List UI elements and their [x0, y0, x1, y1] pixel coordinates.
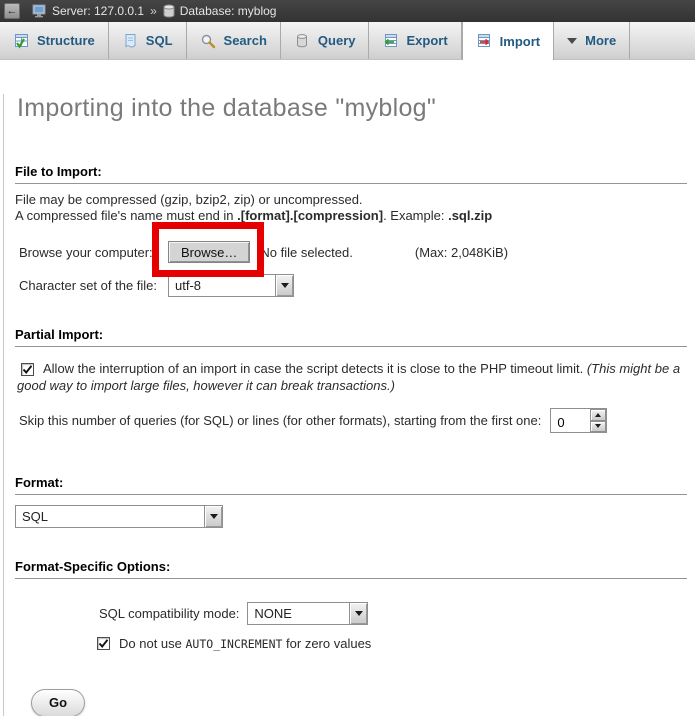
stepper-down-button[interactable]: [590, 421, 606, 433]
auto-increment-code: AUTO_INCREMENT: [186, 637, 283, 651]
sql-compat-label: SQL compatibility mode:: [99, 606, 239, 621]
breadcrumb-bar: ← Server: 127.0.0.1 » Database: myblog: [0, 0, 695, 22]
auto-increment-label-suffix: for zero values: [282, 636, 371, 651]
back-arrow-button[interactable]: ←: [4, 3, 20, 19]
search-icon: [200, 33, 216, 49]
browse-label: Browse your computer:: [19, 245, 168, 260]
export-icon: [382, 33, 398, 49]
tab-label: Import: [500, 34, 540, 49]
tab-more[interactable]: More: [554, 22, 630, 59]
allow-interruption-row: Allow the interruption of an import in c…: [15, 360, 687, 394]
breadcrumb-server-label: Server: 127.0.0.1: [52, 4, 144, 18]
query-icon: [294, 33, 310, 49]
stepper-buttons: [590, 409, 606, 432]
auto-increment-checkbox[interactable]: [97, 637, 110, 650]
browse-row: Browse your computer: Browse… No file se…: [15, 241, 690, 263]
sql-icon: [122, 33, 138, 49]
charset-row: Character set of the file: utf-8: [15, 274, 690, 297]
section-heading-format-options: Format-Specific Options:: [15, 559, 687, 579]
import-icon: [476, 33, 492, 49]
section-heading-format: Format:: [15, 475, 687, 495]
charset-label: Character set of the file:: [19, 278, 168, 293]
sql-compat-select[interactable]: NONE: [247, 602, 368, 625]
checkmark-icon: [98, 638, 109, 649]
compression-note-format-pattern: .[format].[compression]: [237, 208, 383, 223]
sql-compat-select-value: NONE: [248, 603, 349, 624]
tab-label: Query: [318, 33, 356, 48]
section-heading-partial-import: Partial Import:: [15, 327, 687, 347]
auto-increment-label: Do not use AUTO_INCREMENT for zero value…: [119, 636, 371, 651]
tab-export[interactable]: Export: [369, 22, 461, 59]
tab-bar: Structure SQL Search Query: [0, 22, 695, 60]
tab-label: Structure: [37, 33, 95, 48]
charset-select-value: utf-8: [169, 275, 275, 296]
dropdown-arrow-icon[interactable]: [275, 275, 293, 296]
section-heading-file-to-import: File to Import:: [15, 164, 687, 184]
tab-import[interactable]: Import: [462, 22, 554, 60]
tab-query[interactable]: Query: [281, 22, 370, 59]
tab-structure[interactable]: Structure: [0, 22, 109, 59]
tab-sql[interactable]: SQL: [109, 22, 187, 59]
sql-compat-row: SQL compatibility mode: NONE: [15, 602, 690, 625]
skip-queries-input[interactable]: [551, 409, 590, 432]
compression-note-example-label: . Example:: [383, 208, 448, 223]
database-icon: [163, 4, 175, 18]
breadcrumb-server[interactable]: Server: 127.0.0.1: [32, 4, 144, 18]
dropdown-arrow-icon[interactable]: [349, 603, 367, 624]
compression-note-example-value: .sql.zip: [448, 208, 492, 223]
charset-select[interactable]: utf-8: [168, 274, 294, 297]
breadcrumb-database[interactable]: Database: myblog: [163, 4, 277, 18]
stepper-up-button[interactable]: [590, 409, 606, 421]
tab-label: More: [585, 33, 616, 48]
allow-interruption-checkbox[interactable]: [21, 363, 34, 376]
server-icon: [32, 4, 47, 18]
import-page: Importing into the database "myblog" Fil…: [3, 94, 695, 716]
page-title: Importing into the database "myblog": [17, 94, 690, 123]
max-size-note: (Max: 2,048KiB): [415, 245, 508, 260]
format-row: SQL: [15, 505, 690, 528]
format-select[interactable]: SQL: [15, 505, 223, 528]
skip-queries-label: Skip this number of queries (for SQL) or…: [19, 413, 541, 428]
dropdown-arrow-icon[interactable]: [204, 506, 222, 527]
compression-note-line1: File may be compressed (gzip, bzip2, zip…: [15, 192, 363, 207]
tab-label: Export: [406, 33, 447, 48]
auto-increment-label-prefix: Do not use: [119, 636, 186, 651]
browse-button[interactable]: Browse…: [168, 241, 250, 263]
tab-label: Search: [224, 33, 267, 48]
breadcrumb-database-label: Database: myblog: [180, 4, 277, 18]
skip-queries-row: Skip this number of queries (for SQL) or…: [15, 408, 690, 433]
chevron-down-icon: [567, 38, 577, 44]
skip-queries-stepper[interactable]: [550, 408, 607, 433]
breadcrumb-separator: »: [150, 4, 157, 18]
go-button[interactable]: Go: [31, 689, 85, 716]
auto-increment-row: Do not use AUTO_INCREMENT for zero value…: [15, 636, 690, 651]
format-select-value: SQL: [16, 506, 204, 527]
allow-interruption-label: Allow the interruption of an import in c…: [43, 361, 587, 376]
tab-bar-filler: [630, 22, 695, 59]
checkmark-icon: [22, 364, 33, 375]
compression-note-line2-prefix: A compressed file's name must end in: [15, 208, 237, 223]
no-file-selected-text: No file selected.: [260, 245, 353, 260]
compression-note: File may be compressed (gzip, bzip2, zip…: [15, 192, 690, 224]
tab-search[interactable]: Search: [187, 22, 281, 59]
tab-label: SQL: [146, 33, 173, 48]
structure-icon: [13, 33, 29, 49]
